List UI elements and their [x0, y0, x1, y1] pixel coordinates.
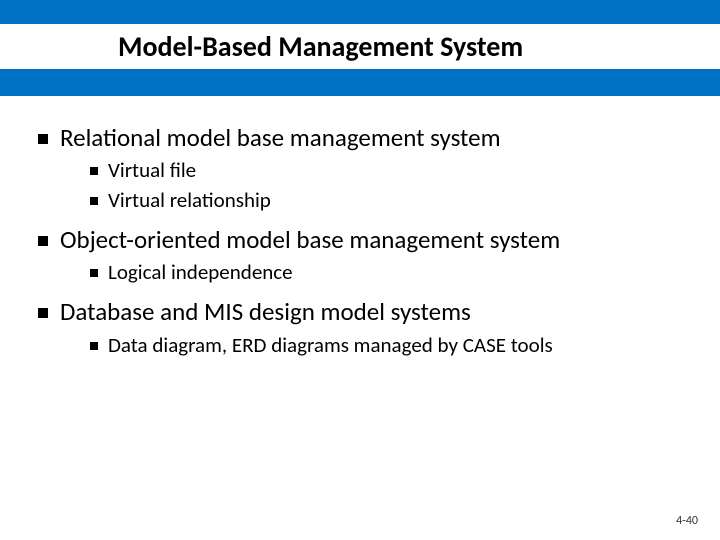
bullet-text: Virtual relationship [108, 187, 271, 214]
bullet-text: Logical independence [108, 259, 293, 286]
title-strip: Model-Based Management System [0, 24, 720, 69]
list-item: Virtual relationship [90, 187, 690, 214]
bullet-text: Database and MIS design model systems [60, 296, 471, 327]
page-number: 4-40 [676, 514, 698, 528]
square-bullet-icon [90, 342, 98, 350]
list-item: Database and MIS design model systems Da… [38, 296, 690, 359]
slide-title: Model-Based Management System [118, 29, 523, 64]
bullet-text: Object-oriented model base management sy… [60, 224, 560, 255]
list-item: Object-oriented model base management sy… [38, 224, 690, 287]
list-item: Logical independence [90, 259, 690, 286]
slide-content: Relational model base management system … [0, 96, 720, 359]
list-item: Virtual file [90, 157, 690, 184]
list-item: Relational model base management system … [38, 122, 690, 214]
square-bullet-icon [90, 167, 98, 175]
bullet-text: Data diagram, ERD diagrams managed by CA… [108, 332, 553, 359]
header-band: Model-Based Management System [0, 0, 720, 96]
bullet-text: Virtual file [108, 157, 196, 184]
square-bullet-icon [90, 197, 98, 205]
square-bullet-icon [90, 269, 98, 277]
square-bullet-icon [38, 236, 48, 246]
list-item: Data diagram, ERD diagrams managed by CA… [90, 332, 690, 359]
square-bullet-icon [38, 134, 48, 144]
bullet-text: Relational model base management system [60, 122, 501, 153]
square-bullet-icon [38, 308, 48, 318]
